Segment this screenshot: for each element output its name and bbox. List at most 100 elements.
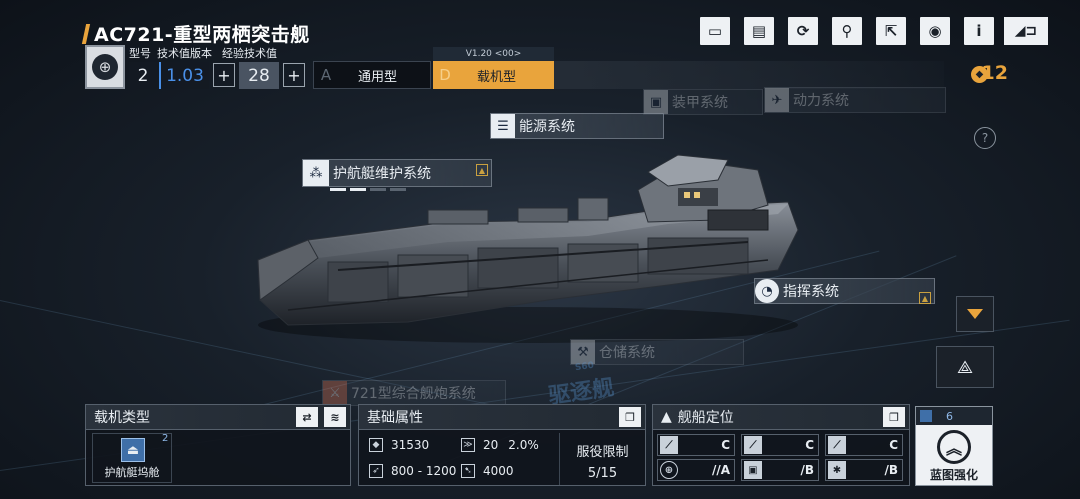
model-value: 2 — [129, 62, 157, 89]
expand-icon[interactable]: ❐ — [883, 407, 905, 427]
collapse-button[interactable] — [956, 296, 994, 332]
cargo-stat: ➷ 4000 — [461, 459, 514, 483]
rank-icon[interactable]: ≋ — [324, 407, 346, 427]
system-storage-label: 仓储系统 — [599, 345, 655, 361]
system-power[interactable]: ✈ 动力系统 — [764, 87, 946, 113]
info-icon[interactable]: i — [964, 17, 994, 45]
position-cell[interactable]: ▣ /B — [741, 459, 819, 481]
system-gun[interactable]: ⚔ 721型综合舰炮系统 — [322, 380, 506, 406]
blueprint-label: 蓝图强化 — [929, 468, 978, 482]
engine-icon: ✈ — [765, 88, 789, 112]
triangle-down-icon — [967, 309, 983, 319]
system-escort[interactable]: ⁂ 护航艇维护系统 ▲ — [302, 159, 492, 187]
hp-stat: ◆ 31530 — [369, 433, 429, 457]
ship-title: AC721-重型两栖突击舰 — [94, 24, 310, 46]
gallery-icon[interactable]: ▤ — [744, 17, 774, 45]
tech-version-value: 1.03 — [159, 62, 209, 89]
blueprint-button[interactable]: 6 ︽ 蓝图强化 — [915, 406, 993, 486]
version-tag: V1.20 <00> — [433, 47, 554, 61]
position-value: C — [805, 438, 814, 452]
mode-d-letter: D — [439, 66, 451, 84]
mode-a-label: 通用型 — [358, 69, 398, 85]
swap-icon[interactable]: ⇄ — [296, 407, 318, 427]
positioning-panel-header: ▲ 舰船定位 ❐ — [653, 405, 909, 430]
hp-value: 31530 — [391, 438, 430, 452]
positioning-panel: ▲ 舰船定位 ❐ ⟋ C ⟋ C ⟋ C ⊕ //A ▣ /B ✱ /B — [652, 404, 910, 486]
title-accent — [81, 23, 91, 44]
currency-value: 12 — [981, 62, 1008, 84]
system-command[interactable]: ◔ 指挥系统 ▲ — [754, 278, 935, 304]
position-cell[interactable]: ✱ /B — [825, 459, 903, 481]
position-cell[interactable]: ⟋ C — [657, 434, 735, 456]
shield-icon: ▣ — [644, 90, 668, 114]
system-storage[interactable]: ⚒ 仓储系统 — [570, 339, 744, 365]
model-label: 型号 — [129, 47, 151, 60]
upgrade-badge-icon: ▲ — [476, 164, 488, 176]
position-value: /B — [800, 463, 814, 477]
speed-value: 800 - 1200 — [391, 464, 457, 478]
system-armor[interactable]: ▣ 装甲系统 — [643, 89, 763, 115]
blueprint-count: 6 — [946, 409, 953, 423]
position-cell[interactable]: ⟋ C — [741, 434, 819, 456]
back-button[interactable]: ◢⊐ — [1004, 17, 1048, 45]
mode-d-label: 载机型 — [477, 69, 517, 85]
tech-version-label: 技术值版本 — [157, 47, 212, 60]
cargo-value: 4000 — [483, 464, 514, 478]
video-icon[interactable]: ▭ — [700, 17, 730, 45]
faucet-icon[interactable]: ⚲ — [832, 17, 862, 45]
position-cell[interactable]: ⟋ C — [825, 434, 903, 456]
attack-icon: ⟋ — [744, 436, 762, 454]
service-limit-label: 服役限制 — [576, 445, 629, 460]
stat-labels: 型号 技术值版本 经验技术值 — [129, 45, 283, 61]
upgrade-button[interactable]: ⟁ — [936, 346, 994, 388]
speed-stat: ➶ 800 - 1200 — [369, 459, 456, 483]
system-energy[interactable]: ☰ 能源系统 — [490, 113, 664, 139]
system-gun-label: 721型综合舰炮系统 — [351, 386, 476, 402]
faction-emblem[interactable]: ⊕ — [85, 45, 125, 89]
blueprint-header: 6 — [916, 407, 992, 425]
armor-pct: 2.0% — [508, 438, 539, 452]
blueprint-chip-icon — [920, 410, 932, 422]
carrier-item-count: 2 — [162, 433, 169, 444]
upgrade-icon: ⟁ — [956, 356, 974, 378]
attributes-panel-header: 基础属性 ❐ — [359, 405, 645, 430]
attributes-panel: 基础属性 ❐ ◆ 31530 ≫ 20 2.0% ➶ 800 - 1200 ➷ … — [358, 404, 646, 486]
share-icon[interactable]: ⇱ — [876, 17, 906, 45]
exp-tech-label: 经验技术值 — [222, 47, 277, 60]
refresh-icon[interactable]: ⟳ — [788, 17, 818, 45]
position-value: C — [889, 438, 898, 452]
system-command-label: 指挥系统 — [783, 284, 839, 300]
chevron-up-icon: ︽ — [937, 430, 971, 464]
position-cell[interactable]: ⊕ //A — [657, 459, 735, 481]
cargo-icon: ➷ — [461, 464, 475, 478]
dock-icon: ⏏ — [121, 438, 145, 462]
system-power-label: 动力系统 — [793, 93, 849, 109]
tab-general[interactable]: A 通用型 — [313, 61, 431, 89]
shield-icon: ◆ — [369, 438, 383, 452]
expand-icon[interactable]: ❐ — [619, 407, 641, 427]
exp-tech-value: 28 — [239, 62, 279, 89]
eye-icon[interactable]: ◉ — [920, 17, 950, 45]
system-escort-label: 护航艇维护系统 — [333, 166, 431, 182]
service-limit: 服役限制 5/15 — [559, 433, 645, 485]
radar-icon: ◔ — [755, 279, 779, 303]
system-armor-label: 装甲系统 — [672, 95, 728, 111]
carrier-item[interactable]: ⏏ 护航艇坞舱 — [92, 433, 172, 483]
carrier-panel-title: 载机类型 — [94, 410, 150, 426]
armor-value: 20 — [483, 438, 499, 452]
position-value: /B — [884, 463, 898, 477]
escort-icon: ⁂ — [303, 160, 329, 186]
gear-icon: ✱ — [828, 461, 846, 479]
target-icon: ⊕ — [660, 461, 678, 479]
carrier-item-name: 护航艇坞舱 — [104, 466, 160, 479]
speed-icon: ➶ — [369, 464, 383, 478]
tech-version-plus-button[interactable]: + — [213, 63, 235, 87]
service-limit-value: 5/15 — [587, 466, 618, 481]
tab-carrier[interactable]: D 载机型 — [433, 61, 554, 89]
upgrade-badge-icon: ▲ — [919, 292, 931, 304]
positioning-panel-title: 舰船定位 — [677, 410, 734, 426]
escort-progress — [330, 188, 410, 191]
attack-icon: ⟋ — [660, 436, 678, 454]
exp-tech-plus-button[interactable]: + — [283, 63, 305, 87]
help-button[interactable]: ? — [974, 127, 996, 149]
